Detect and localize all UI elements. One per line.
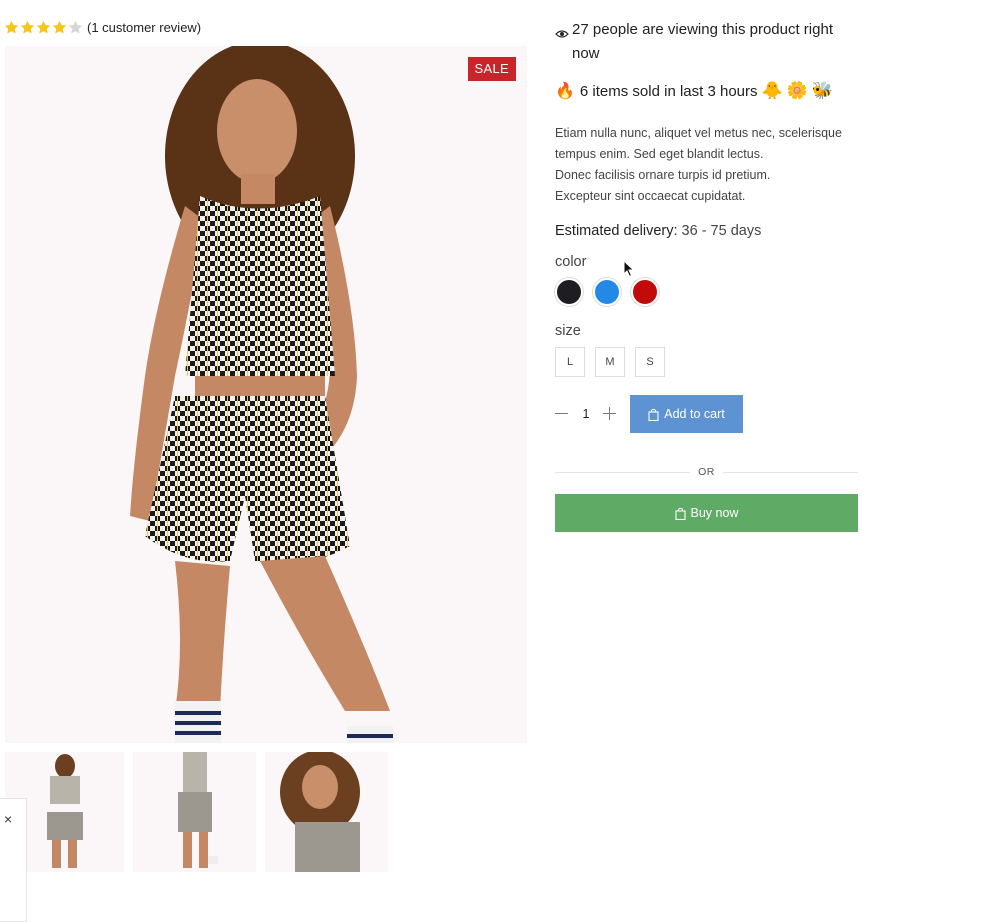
customer-review-link[interactable]: (1 customer review) xyxy=(87,20,201,35)
product-description: Etiam nulla nunc, aliquet vel metus nec,… xyxy=(555,123,865,207)
color-swatches xyxy=(555,278,669,306)
thumbnail-strip xyxy=(5,752,397,872)
divider-line xyxy=(555,471,691,473)
viewing-text: 27 people are viewing this product right… xyxy=(572,21,833,62)
chick-icon: 🐥 xyxy=(761,81,783,100)
or-divider: OR xyxy=(555,465,858,479)
model-photo xyxy=(130,46,393,743)
sold-text: 6 items sold in last 3 hours xyxy=(579,82,758,100)
bee-icon: 🐝 xyxy=(811,81,834,100)
sold-notice: 🔥 6 items sold in last 3 hours 🐥 🌼 🐝 xyxy=(555,81,833,101)
star-icon xyxy=(20,20,35,35)
flower-icon: 🌼 xyxy=(786,81,808,100)
description-line: Etiam nulla nunc, aliquet vel metus nec,… xyxy=(555,126,842,161)
swatch-black[interactable] xyxy=(555,278,583,306)
color-label: color xyxy=(555,254,587,270)
buy-now-button[interactable]: Buy now xyxy=(555,494,858,532)
add-to-cart-label: Add to cart xyxy=(664,407,725,421)
description-line: Excepteur sint occaecat cupidatat. xyxy=(555,189,746,203)
size-l-button[interactable]: L xyxy=(555,347,585,377)
delivery-label: Estimated delivery: xyxy=(555,223,678,239)
shopping-bag-icon xyxy=(648,408,659,421)
viewing-notice: 27 people are viewing this product right… xyxy=(555,18,858,66)
size-options: L M S xyxy=(555,347,675,377)
thumbnail-3[interactable] xyxy=(265,752,388,872)
product-summary: 27 people are viewing this product right… xyxy=(555,18,858,532)
buy-now-label: Buy now xyxy=(690,506,739,520)
main-product-image[interactable]: SALE xyxy=(5,46,527,743)
quantity-stepper: 1 Add to cart xyxy=(555,395,743,433)
star-icon xyxy=(36,20,51,35)
delivery-value: 36 - 75 days xyxy=(681,223,762,239)
divider-line xyxy=(722,471,858,473)
product-rating: (1 customer review) xyxy=(4,18,201,36)
add-to-cart-button[interactable]: Add to cart xyxy=(630,395,743,433)
thumbnail-2[interactable] xyxy=(133,752,256,872)
size-label: size xyxy=(555,323,581,339)
side-panel: × xyxy=(0,798,27,922)
size-s-button[interactable]: S xyxy=(635,347,665,377)
fire-icon: 🔥 xyxy=(555,83,575,100)
eye-icon xyxy=(555,23,569,66)
star-empty-icon xyxy=(68,20,83,35)
swatch-blue[interactable] xyxy=(593,278,621,306)
estimated-delivery: Estimated delivery: 36 - 75 days xyxy=(555,223,761,239)
size-m-button[interactable]: M xyxy=(595,347,625,377)
description-line: Donec facilisis ornare turpis id pretium… xyxy=(555,168,771,182)
swatch-red[interactable] xyxy=(631,278,659,306)
close-icon[interactable]: × xyxy=(4,812,12,826)
star-icon xyxy=(52,20,67,35)
shopping-bag-icon xyxy=(674,507,686,520)
plus-icon[interactable] xyxy=(603,407,617,421)
mouse-cursor-icon xyxy=(623,260,635,278)
quantity-value[interactable]: 1 xyxy=(569,407,603,421)
minus-icon[interactable] xyxy=(555,407,569,421)
star-icon xyxy=(4,20,19,35)
sale-badge: SALE xyxy=(467,57,516,81)
or-text: OR xyxy=(698,466,715,478)
